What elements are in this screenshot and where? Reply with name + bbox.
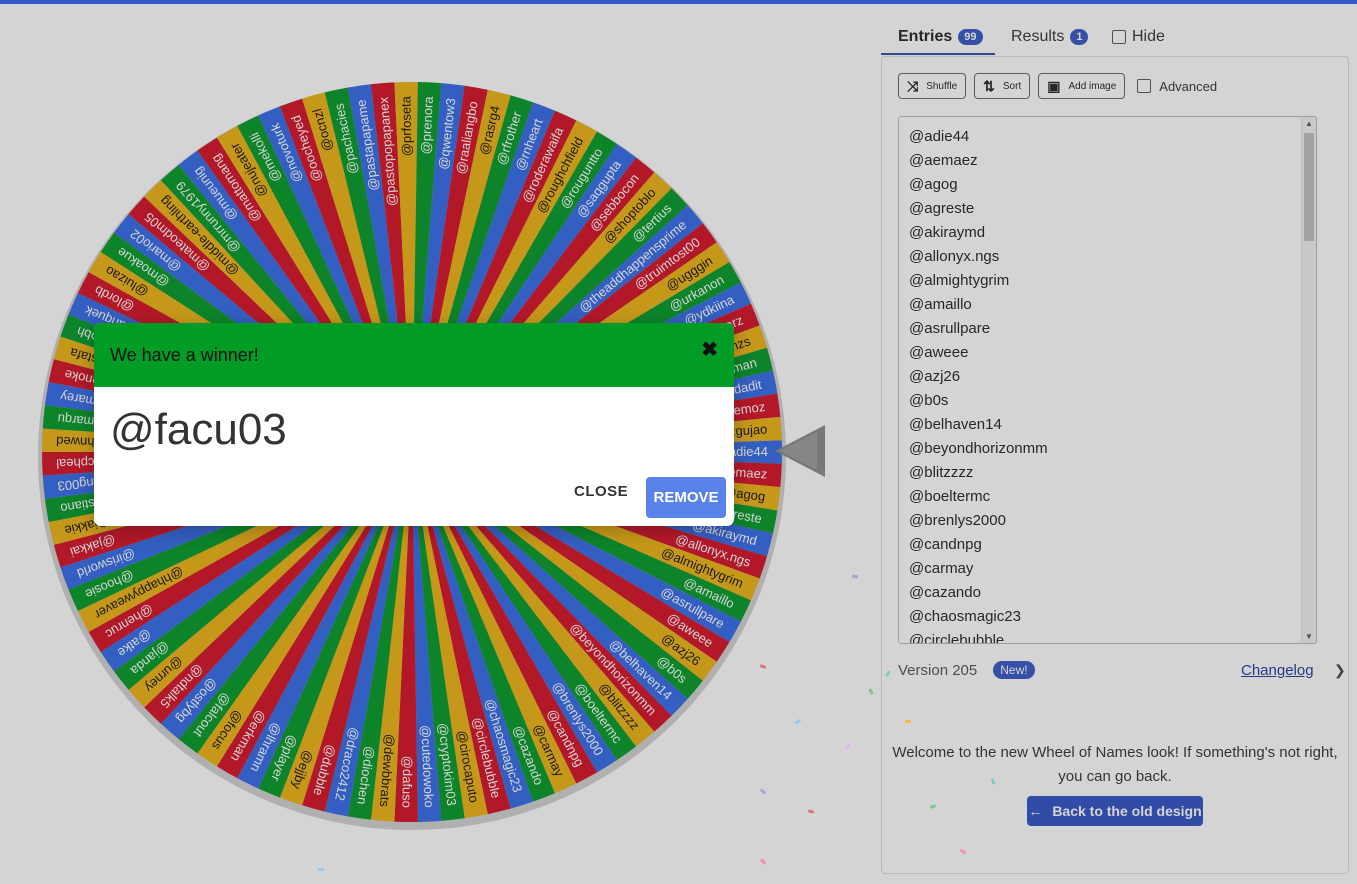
entry-item[interactable]: @aemaez <box>909 149 1316 173</box>
entry-item[interactable]: @azj26 <box>909 365 1316 389</box>
entry-item[interactable]: @boeltermc <box>909 485 1316 509</box>
close-icon[interactable]: ✖ <box>701 337 718 362</box>
shuffle-label: Shuffle <box>926 80 958 92</box>
hide-label: Hide <box>1132 28 1165 45</box>
scroll-down-icon[interactable]: ▼ <box>1305 632 1313 641</box>
entry-item[interactable]: @allonyx.ngs <box>909 245 1316 269</box>
scroll-up-icon[interactable]: ▲ <box>1305 119 1313 128</box>
entry-item[interactable]: @aweee <box>909 341 1316 365</box>
entry-item[interactable]: @beyondhorizonmm <box>909 437 1316 461</box>
entries-toolbar: ⤨ Shuffle ⇅ Sort ▣ Add image Advanced <box>898 73 1217 99</box>
entry-item[interactable]: @agog <box>909 173 1316 197</box>
panel-tabs: Entries 99 Results 1 Hide <box>881 22 1341 56</box>
top-accent-bar <box>0 0 1357 4</box>
confetti-piece <box>844 743 852 750</box>
active-tab-indicator <box>881 53 995 55</box>
entry-item[interactable]: @b0s <box>909 389 1316 413</box>
close-button[interactable]: CLOSE <box>574 483 628 500</box>
shuffle-icon: ⤨ <box>907 77 919 94</box>
remove-button[interactable]: REMOVE <box>646 477 726 518</box>
shuffle-button[interactable]: ⤨ Shuffle <box>898 73 967 99</box>
confetti-piece <box>759 858 767 865</box>
entry-item[interactable]: @amaillo <box>909 293 1316 317</box>
confetti-piece <box>868 688 874 695</box>
entries-scrollbar[interactable]: ▲ ▼ <box>1301 117 1316 643</box>
image-icon: ▣ <box>1047 77 1061 94</box>
sort-icon: ⇅ <box>983 77 995 94</box>
entry-item[interactable]: @adie44 <box>909 125 1316 149</box>
sort-button[interactable]: ⇅ Sort <box>974 73 1031 99</box>
add-image-label: Add image <box>1068 80 1117 92</box>
confetti-piece <box>851 574 859 579</box>
scrollbar-thumb[interactable] <box>1304 133 1314 241</box>
confetti-piece <box>905 720 911 723</box>
confetti-piece <box>318 868 324 871</box>
entries-textarea[interactable]: @adie44 @aemaez @agog @agreste @akiraymd @all… <box>898 116 1317 644</box>
add-image-button[interactable]: ▣ Add image <box>1038 73 1126 99</box>
advanced-toggle[interactable]: Advanced <box>1137 79 1217 94</box>
back-to-old-design-button[interactable]: ← Back to the old design <box>1027 796 1203 826</box>
tab-results[interactable]: Results 1 <box>1011 28 1089 46</box>
entry-item[interactable]: @agreste <box>909 197 1316 221</box>
entry-item[interactable]: @almightygrim <box>909 269 1316 293</box>
tab-entries[interactable]: Entries 99 <box>898 28 983 46</box>
advanced-checkbox[interactable] <box>1137 79 1152 93</box>
entry-item[interactable]: @brenlys2000 <box>909 509 1316 533</box>
hide-toggle[interactable]: Hide <box>1112 28 1165 46</box>
entries-list: @adie44 @aemaez @agog @agreste @akiraymd @all… <box>899 117 1316 643</box>
tab-results-label: Results <box>1011 28 1065 45</box>
entry-item[interactable]: @cazando <box>909 581 1316 605</box>
entry-item[interactable]: @circlebubble <box>909 629 1316 643</box>
sort-label: Sort <box>1002 80 1022 92</box>
arrow-left-icon: ← <box>1028 803 1043 819</box>
back-to-old-design-label: Back to the old design <box>1052 803 1202 819</box>
wheel-pointer-inner <box>780 432 817 470</box>
results-count-badge: 1 <box>1070 29 1089 45</box>
entries-count-badge: 99 <box>958 29 983 45</box>
hide-checkbox[interactable] <box>1112 30 1126 44</box>
chevron-down-icon[interactable]: ❯ <box>1334 662 1346 679</box>
advanced-label: Advanced <box>1159 78 1218 94</box>
entry-item[interactable]: @belhaven14 <box>909 413 1316 437</box>
version-row: Version 205 New! Changelog ❯ <box>898 659 1346 681</box>
entry-item[interactable]: @carmay <box>909 557 1316 581</box>
entry-item[interactable]: @blitzzzz <box>909 461 1316 485</box>
version-label: Version 205 <box>898 661 978 679</box>
entry-item[interactable]: @candnpg <box>909 533 1316 557</box>
entries-panel: ⤨ Shuffle ⇅ Sort ▣ Add image Advanced @a… <box>881 56 1349 874</box>
entry-item[interactable]: @akiraymd <box>909 221 1316 245</box>
winner-dialog-header: We have a winner! ✖ <box>94 323 734 387</box>
winner-dialog: We have a winner! ✖ @facu03 CLOSE REMOVE <box>94 323 734 526</box>
new-badge: New! <box>993 661 1035 679</box>
entry-item[interactable]: @asrullpare <box>909 317 1316 341</box>
winner-name: @facu03 <box>110 405 287 454</box>
entry-item[interactable]: @chaosmagic23 <box>909 605 1316 629</box>
tab-entries-label: Entries <box>898 28 953 45</box>
confetti-piece <box>807 809 815 814</box>
winner-dialog-title: We have a winner! <box>110 344 259 365</box>
wheel-segment-label: @prfoseta <box>398 95 414 156</box>
wheel-segment-label: @dafuso <box>399 756 415 808</box>
welcome-message: Welcome to the new Wheel of Names look! … <box>892 744 1338 785</box>
wheel-segment-label: @prenora <box>418 95 436 154</box>
changelog-link[interactable]: Changelog <box>1241 662 1314 679</box>
